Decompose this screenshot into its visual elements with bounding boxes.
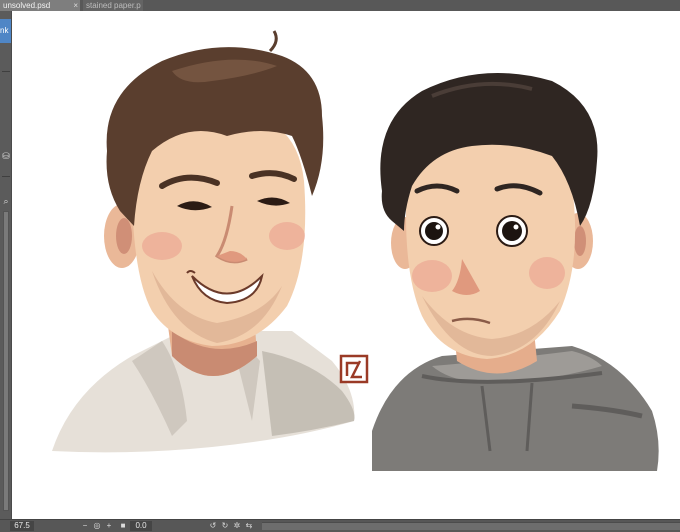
left-tool-panel: nk ⛁ ⌕ ⊕ — [0, 11, 12, 519]
left-portrait — [52, 30, 355, 453]
artist-signature-icon — [339, 354, 369, 384]
rotate-left-icon[interactable]: ↺ — [208, 521, 218, 531]
bucket-icon[interactable]: ⛁ — [1, 151, 11, 161]
divider — [2, 176, 10, 177]
tab-label: unsolved.psd — [3, 1, 51, 10]
drawing-canvas[interactable] — [12, 11, 680, 519]
document-tab-bar: unsolved.psd × stained paper.p — [0, 0, 680, 11]
status-bar: 67.5 − ◎ + ■ 0.0 ↺ ↻ ✲ ⇆ — [0, 519, 680, 532]
tab-stained-paper[interactable]: stained paper.p — [83, 0, 143, 11]
horizontal-scrollbar[interactable] — [262, 522, 680, 530]
divider — [2, 71, 10, 72]
search-icon[interactable]: ⌕ — [1, 196, 11, 206]
rotation-angle-field[interactable]: 0.0 — [130, 521, 152, 531]
rotate-right-icon[interactable]: ↻ — [220, 521, 230, 531]
tab-label: stained paper.p — [86, 1, 141, 10]
square-icon[interactable]: ■ — [118, 521, 128, 531]
reset-rotation-icon[interactable]: ✲ — [232, 521, 242, 531]
tab-unsolved-psd[interactable]: unsolved.psd × — [0, 0, 80, 11]
app-window: unsolved.psd × stained paper.p nk ⛁ ⌕ ⊕ — [0, 0, 680, 532]
ink-button[interactable]: nk — [0, 19, 11, 43]
zoom-level-field[interactable]: 67.5 — [10, 521, 34, 531]
flip-icon[interactable]: ⇆ — [244, 521, 254, 531]
right-portrait — [372, 73, 659, 471]
zoom-out-icon[interactable]: − — [80, 521, 90, 531]
illustration — [52, 30, 659, 471]
close-icon[interactable]: × — [73, 0, 78, 11]
zoom-in-icon[interactable]: + — [104, 521, 114, 531]
fit-view-icon[interactable]: ◎ — [92, 521, 102, 531]
panel-scrollbar[interactable] — [3, 211, 9, 511]
